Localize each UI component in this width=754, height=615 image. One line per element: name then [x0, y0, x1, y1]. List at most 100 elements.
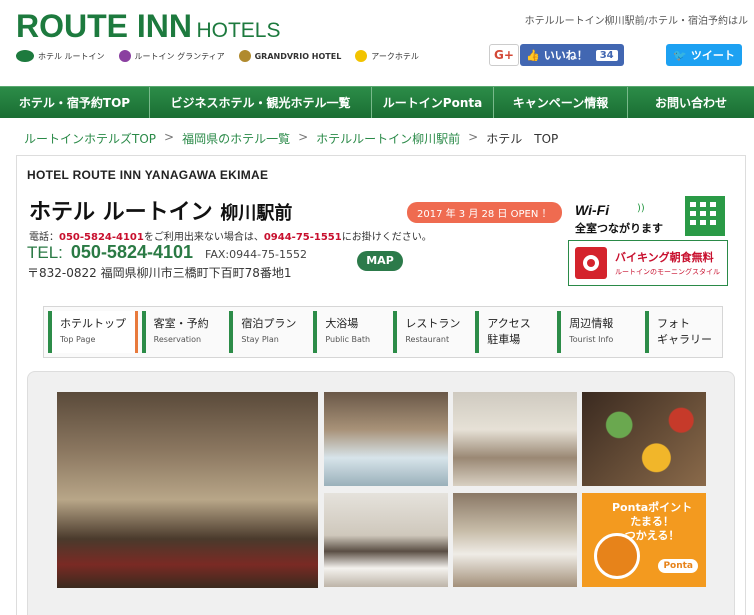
- tweet-label: ツイート: [690, 49, 735, 62]
- breadcrumb-separator: >: [164, 130, 175, 144]
- tab-label-jp: フォト: [657, 317, 690, 330]
- breadcrumb-separator: >: [298, 130, 309, 144]
- brand-grandvrio[interactable]: GRANDVRIO HOTEL: [238, 50, 342, 62]
- site-header: ROUTE INN HOTELS ホテル ルートイン ルートイン グランティア …: [0, 0, 754, 86]
- grandvrio-mark-icon: [238, 50, 251, 62]
- breakfast-icon: [575, 247, 607, 279]
- wifi-title: Wi-Fi: [575, 202, 610, 218]
- tab-hotel-top[interactable]: ホテルトップ Top Page: [48, 311, 138, 353]
- ponta-character-icon: [594, 533, 640, 579]
- map-button[interactable]: MAP: [357, 251, 403, 271]
- brand-list: ホテル ルートイン ルートイン グランティア GRANDVRIO HOTEL ア…: [16, 50, 419, 62]
- tab-label-en: Reservation: [153, 335, 202, 344]
- global-nav: ホテル・宿予約TOP ビジネスホテル・観光ホテル一覧 ルートインPonta キャ…: [0, 86, 754, 118]
- hotel-address: 〒832-0822 福岡県柳川市三橋町下百町78番地1: [27, 266, 292, 280]
- tel-label: TEL:: [27, 243, 63, 262]
- tab-label-en: Tourist Info: [569, 335, 614, 344]
- hotel-tab-nav: ホテルトップ Top Page 客室・予約 Reservation 宿泊プラン …: [43, 306, 723, 358]
- open-date-badge: 2017 年 3 月 28 日 OPEN ！: [407, 202, 562, 223]
- brand-label: ホテル ルートイン: [38, 51, 105, 61]
- breakfast-title: バイキング朝食無料: [615, 251, 714, 264]
- tab-reservation[interactable]: 客室・予約 Reservation: [141, 311, 226, 353]
- tab-label-jp: レストラン: [405, 317, 461, 330]
- brand-label: アークホテル: [371, 51, 419, 61]
- gnav-item-hotel-top[interactable]: ホテル・宿予約TOP: [0, 87, 150, 118]
- brand-ark-hotel[interactable]: アークホテル: [355, 50, 419, 62]
- brand-route-inn[interactable]: ホテル ルートイン: [16, 50, 105, 62]
- tweet-button[interactable]: 🐦 ツイート: [666, 44, 742, 66]
- logo-sub-text: HOTELS: [196, 19, 281, 42]
- twitter-bird-icon: 🐦: [673, 48, 687, 62]
- tab-label-jp: ホテルトップ: [60, 317, 126, 330]
- hotel-name-english: HOTEL ROUTE INN YANAGAWA EKIMAE: [27, 168, 269, 182]
- tab-label-en: Stay Plan: [241, 335, 279, 344]
- tab-label-jp: 宿泊プラン: [241, 317, 297, 330]
- breadcrumb-separator: >: [468, 130, 479, 144]
- photo-lobby[interactable]: [57, 392, 318, 588]
- hotel-panel: HOTEL ROUTE INN YANAGAWA EKIMAE ホテル ルートイ…: [16, 155, 746, 615]
- tab-label-jp: アクセス: [487, 317, 531, 330]
- tab-label-jp-2: 駐車場: [487, 333, 521, 346]
- building-icon: [685, 196, 725, 236]
- ark-hotel-mark-icon: [355, 50, 368, 62]
- tab-label-jp-2: ギャラリー: [657, 333, 712, 346]
- brand-grantia[interactable]: ルートイン グランティア: [118, 50, 225, 62]
- wifi-signal-icon: )): [637, 203, 645, 214]
- tab-access[interactable]: アクセス 駐車場: [475, 311, 553, 353]
- photo-restaurant[interactable]: [453, 392, 577, 486]
- like-count: 34: [595, 49, 618, 61]
- ponta-line: Pontaポイント: [612, 501, 693, 514]
- breadcrumb-current: ホテル TOP: [486, 132, 559, 146]
- gnav-item-ponta[interactable]: ルートインPonta: [372, 87, 494, 118]
- photo-guest-room[interactable]: [324, 493, 448, 587]
- tab-label-jp: 客室・予約: [153, 317, 209, 330]
- tel-number[interactable]: 050-5824-4101: [71, 242, 193, 263]
- like-label: いいね！: [543, 49, 588, 62]
- breadcrumb-link[interactable]: ホテルルートイン柳川駅前: [316, 130, 460, 147]
- ponta-logo: Ponta: [658, 559, 698, 573]
- hotel-name-japanese: ホテル ルートイン 柳川駅前: [29, 194, 292, 226]
- ponta-line: たまる！: [630, 515, 674, 528]
- logo-main-text: ROUTE INN: [16, 8, 192, 44]
- breakfast-subtitle: ルートインのモーニングスタイル: [615, 268, 720, 276]
- facebook-like-button[interactable]: 👍 いいね！ 34: [520, 44, 624, 66]
- photo-twin-room[interactable]: [453, 493, 577, 587]
- route-inn-mark-icon: [16, 50, 34, 62]
- photo-public-bath[interactable]: [324, 392, 448, 486]
- google-plus-button[interactable]: G+: [489, 44, 519, 66]
- tab-label-en: Restaurant: [405, 335, 450, 344]
- tab-photo-gallery[interactable]: フォト ギャラリー: [645, 311, 718, 353]
- gnav-item-hotel-list[interactable]: ビジネスホテル・観光ホテル一覧: [150, 87, 372, 118]
- fax-number: FAX:0944-75-1552: [205, 248, 308, 261]
- gnav-item-campaign[interactable]: キャンペーン情報: [494, 87, 628, 118]
- wifi-banner[interactable]: Wi-Fi 全室つながります )): [573, 196, 733, 240]
- phone-note: 電話：050-5824-4101をご利用出来ない場合は、0944-75-1551…: [29, 228, 432, 243]
- tab-label-en: Public Bath: [325, 335, 371, 344]
- wifi-subtitle: 全室つながります: [575, 222, 663, 235]
- ponta-banner[interactable]: Pontaポイント たまる！ つかえる！ Ponta: [582, 493, 706, 587]
- tab-label-jp: 周辺情報: [569, 317, 614, 330]
- gnav-item-contact[interactable]: お問い合わせ: [628, 87, 754, 118]
- contact-line: TEL: 050-5824-4101 FAX:0944-75-1552: [27, 242, 307, 263]
- grantia-mark-icon: [118, 50, 131, 62]
- tab-label-en: Top Page: [60, 335, 96, 344]
- tab-stay-plan[interactable]: 宿泊プラン Stay Plan: [229, 311, 309, 353]
- free-breakfast-banner[interactable]: バイキング朝食無料 ルートインのモーニングスタイル: [568, 240, 728, 286]
- breadcrumb-link[interactable]: 福岡県のホテル一覧: [182, 130, 290, 147]
- photo-gallery: Pontaポイント たまる！ つかえる！ Ponta: [27, 371, 735, 615]
- tab-restaurant[interactable]: レストラン Restaurant: [393, 311, 471, 353]
- tab-public-bath[interactable]: 大浴場 Public Bath: [313, 311, 389, 353]
- brand-label: ルートイン グランティア: [134, 51, 225, 61]
- photo-breakfast[interactable]: [582, 392, 706, 486]
- hotel-name-sub: 柳川駅前: [220, 203, 293, 224]
- route-inn-logo[interactable]: ROUTE INN HOTELS: [16, 8, 280, 45]
- brand-label: GRANDVRIO HOTEL: [254, 51, 342, 61]
- breadcrumb: ルートインホテルズTOP > 福岡県のホテル一覧 > ホテルルートイン柳川駅前 …: [24, 130, 558, 147]
- breadcrumb-link[interactable]: ルートインホテルズTOP: [24, 130, 156, 147]
- thumbs-up-icon: 👍: [526, 48, 540, 62]
- tab-tourist-info[interactable]: 周辺情報 Tourist Info: [557, 311, 641, 353]
- hotel-name-main: ホテル ルートイン: [29, 199, 213, 225]
- header-tagline: ホテルルートイン柳川駅前/ホテル・宿泊予約はル: [524, 16, 748, 27]
- tab-label-jp: 大浴場: [325, 317, 359, 330]
- phone-note-text: にお掛けください。: [341, 232, 432, 243]
